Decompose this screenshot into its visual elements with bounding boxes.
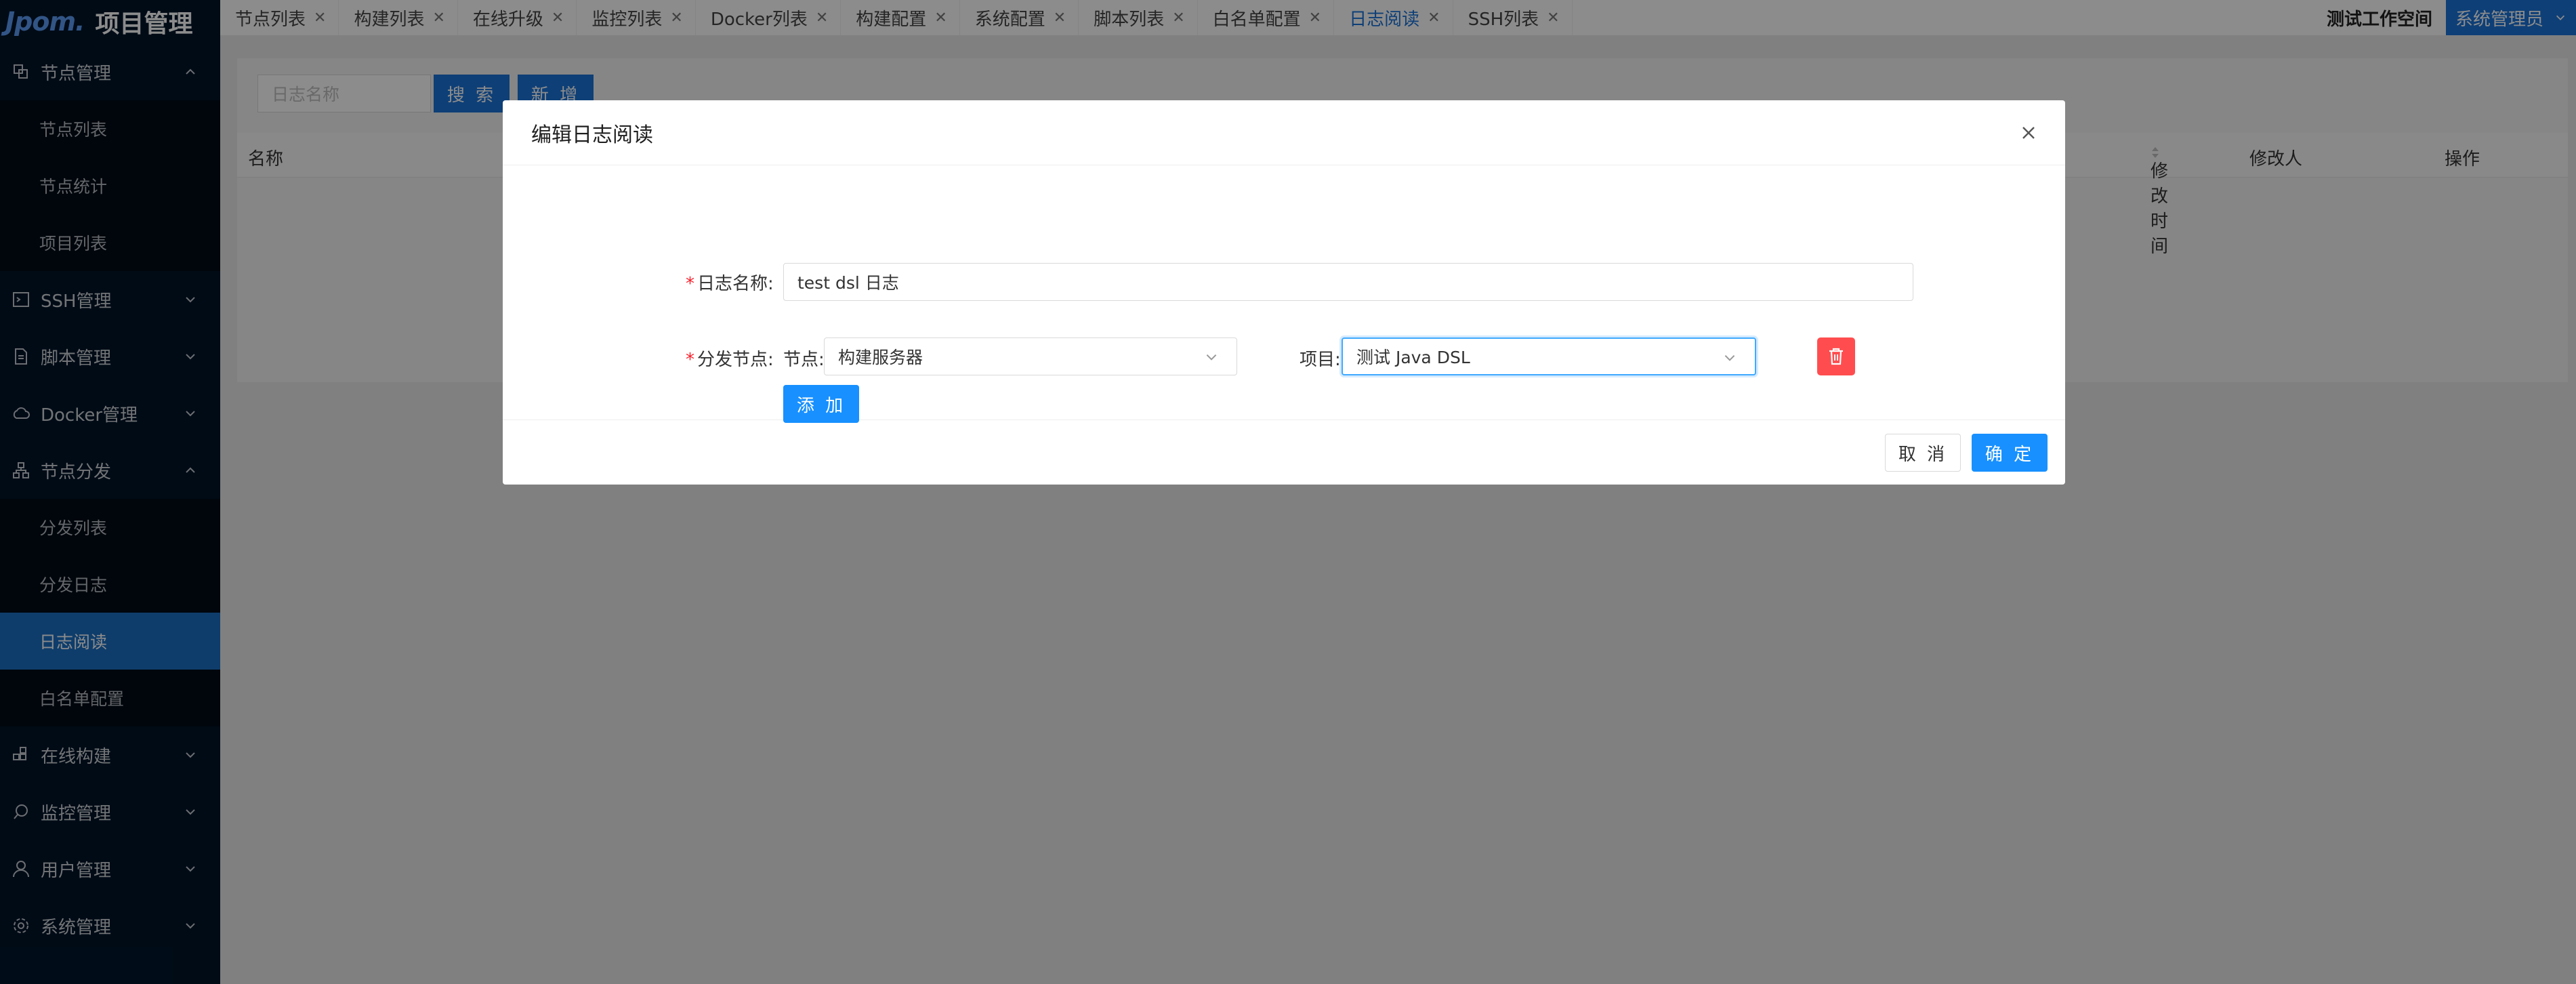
log-name-input[interactable]: test dsl 日志: [783, 263, 1913, 301]
field-label-project: 项目:: [1300, 350, 1341, 370]
edit-log-read-modal: 编辑日志阅读 * 日志名称: test dsl 日志 * 分发节点: 节点: 构建服…: [503, 100, 2065, 485]
modal-header: 编辑日志阅读: [503, 100, 2065, 165]
modal-body: * 日志名称: test dsl 日志 * 分发节点: 节点: 构建服务器 项目: …: [503, 165, 2065, 423]
field-label-node: 节点:: [783, 350, 825, 370]
modal-footer: 取 消 确 定: [503, 420, 2065, 485]
add-node-button[interactable]: 添 加: [783, 385, 859, 423]
node-select[interactable]: 构建服务器: [824, 337, 1237, 375]
trash-icon: [1829, 348, 1843, 365]
project-select-value: 测试 Java DSL: [1356, 348, 1470, 367]
chevron-down-icon: [1206, 354, 1217, 361]
field-label-dist-node: * 分发节点:: [686, 350, 774, 370]
cancel-button[interactable]: 取 消: [1885, 434, 1961, 472]
ok-button[interactable]: 确 定: [1972, 434, 2048, 472]
node-select-value: 构建服务器: [838, 348, 923, 367]
field-label-log-name: * 日志名称:: [686, 274, 774, 294]
close-icon[interactable]: [2016, 121, 2041, 145]
modal-title: 编辑日志阅读: [531, 123, 653, 147]
delete-row-button[interactable]: [1817, 337, 1855, 375]
project-select[interactable]: 测试 Java DSL: [1342, 337, 1756, 375]
app-root: Jpom. 项目管理 节点管理 节点列表 节点统计 项目列表 SSH管理 脚本管…: [0, 0, 2576, 984]
chevron-down-icon: [1724, 354, 1735, 361]
